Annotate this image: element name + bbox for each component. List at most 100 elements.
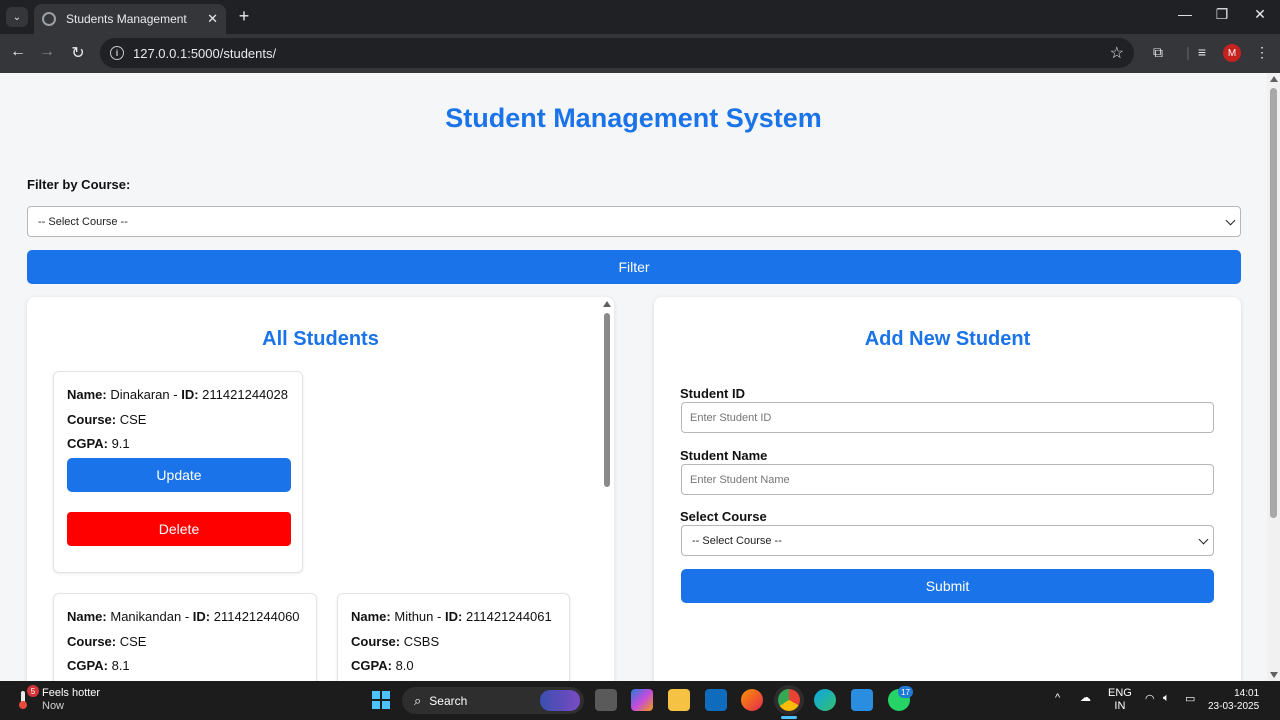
wifi-icon[interactable]: ◠: [1145, 692, 1155, 705]
lang-top: ENG: [1108, 687, 1132, 699]
language-indicator[interactable]: ENG IN: [1108, 687, 1132, 713]
new-tab-plus-icon[interactable]: +: [234, 6, 254, 27]
filter-label: Filter by Course:: [27, 177, 131, 192]
windows-start-icon[interactable]: [371, 690, 391, 710]
delete-button[interactable]: Delete: [67, 512, 291, 546]
task-view-icon[interactable]: [595, 689, 617, 711]
id-label: ID:: [444, 609, 463, 624]
clock-date: 23-03-2025: [1208, 701, 1260, 712]
add-student-title: Add New Student: [864, 328, 1031, 350]
add-course-select-value: -- Select Course --: [692, 534, 782, 547]
browser-menu-icon[interactable]: ⋮: [1252, 44, 1272, 61]
site-info-icon[interactable]: i: [110, 46, 124, 60]
student-course: CSE: [119, 634, 147, 649]
scrollbar-thumb[interactable]: [604, 313, 610, 487]
browser-toolbar: ← → ↻ i 127.0.0.1:5000/students/ ☆ ⧉ | ≡…: [0, 34, 1280, 73]
minimize-icon[interactable]: —: [1175, 6, 1195, 22]
student-name-line: Name: Mithun - ID: 211421244061: [351, 609, 552, 624]
filter-course-select-value: -- Select Course --: [38, 215, 128, 228]
onedrive-cloud-icon[interactable]: ☁: [1080, 691, 1091, 704]
address-bar[interactable]: i 127.0.0.1:5000/students/ ☆: [100, 38, 1134, 68]
course-label: Course:: [67, 412, 117, 427]
update-button[interactable]: Update: [67, 458, 291, 492]
student-cgpa-line: CGPA: 9.1: [67, 436, 130, 451]
back-arrow-icon[interactable]: ←: [7, 43, 29, 61]
volume-muted-icon[interactable]: 🔈︎: [1163, 692, 1170, 705]
student-cgpa-line: CGPA: 8.0: [351, 658, 414, 673]
reload-icon[interactable]: ↻: [67, 43, 89, 63]
bookmark-star-icon[interactable]: ☆: [1110, 43, 1124, 63]
student-card: Name: Dinakaran - ID: 211421244028 Cours…: [53, 371, 303, 573]
student-name: Manikandan: [110, 609, 182, 624]
student-name-input[interactable]: Enter Student Name: [681, 464, 1214, 495]
forward-arrow-icon[interactable]: →: [36, 43, 58, 61]
chrome-icon[interactable]: [778, 689, 800, 711]
copilot-icon[interactable]: [631, 689, 653, 711]
student-name-label: Student Name: [680, 448, 768, 463]
taskbar-clock[interactable]: 14:01 23-03-2025: [1208, 687, 1259, 713]
student-course: CSE: [119, 412, 147, 427]
student-cgpa-line: CGPA: 8.1: [67, 658, 130, 673]
tab-search-chevron-icon[interactable]: ⌄: [6, 7, 28, 27]
submit-button[interactable]: Submit: [681, 569, 1214, 603]
student-name-line: Name: Dinakaran - ID: 211421244028: [67, 387, 288, 402]
taskbar-search[interactable]: ⌕ Search: [402, 687, 584, 714]
outlook-icon[interactable]: [705, 689, 727, 711]
tab-close-icon[interactable]: ✕: [207, 11, 218, 27]
student-name: Dinakaran: [110, 387, 170, 402]
vscode-icon[interactable]: [851, 689, 873, 711]
filter-course-select[interactable]: -- Select Course --: [27, 206, 1241, 237]
extensions-puzzle-icon[interactable]: ⧉: [1148, 44, 1168, 61]
id-label: ID:: [192, 609, 211, 624]
weather-widget[interactable]: Feels hotter Now: [42, 687, 100, 713]
add-course-select[interactable]: -- Select Course --: [681, 525, 1214, 556]
file-explorer-icon[interactable]: [668, 689, 690, 711]
student-id: 211421244028: [202, 387, 288, 402]
profile-avatar[interactable]: M: [1223, 44, 1241, 62]
active-app-indicator: [781, 716, 797, 719]
scroll-up-arrow-icon[interactable]: [1270, 76, 1278, 82]
chevron-down-icon: [1225, 215, 1236, 226]
window-close-icon[interactable]: ✕: [1250, 6, 1270, 23]
filter-button[interactable]: Filter: [27, 250, 1241, 284]
page-scrollbar[interactable]: [1267, 73, 1280, 681]
maximize-icon[interactable]: ❐: [1212, 6, 1232, 23]
weather-badge: 5: [27, 685, 39, 697]
show-hidden-icons-chevron-icon[interactable]: ^: [1055, 692, 1060, 704]
whatsapp-badge: 17: [898, 686, 913, 698]
id-label: ID:: [181, 387, 199, 402]
lang-bottom: IN: [1114, 700, 1126, 712]
cgpa-label: CGPA:: [351, 658, 392, 673]
browser-tab-strip: ⌄ Students Management ✕ + — ❐ ✕: [0, 0, 1280, 34]
course-label: Course:: [351, 634, 401, 649]
select-course-label: Select Course: [680, 509, 767, 524]
student-card: Name: Manikandan - ID: 211421244060 Cour…: [53, 593, 317, 681]
course-label: Course:: [67, 634, 117, 649]
tab-title: Students Management: [66, 12, 187, 26]
student-course-line: Course: CSE: [67, 634, 146, 649]
student-id: 211421244060: [213, 609, 300, 624]
cgpa-label: CGPA:: [67, 436, 108, 451]
student-id: 211421244061: [465, 609, 552, 624]
browser-tab[interactable]: Students Management ✕: [34, 4, 226, 34]
scroll-up-arrow-icon[interactable]: [603, 301, 611, 307]
media-control-icon[interactable]: ≡: [1192, 44, 1212, 60]
student-id-input[interactable]: Enter Student ID: [681, 402, 1214, 433]
student-card: Name: Mithun - ID: 211421244061 Course: …: [337, 593, 570, 681]
firefox-icon[interactable]: [741, 689, 763, 711]
student-course-line: Course: CSBS: [351, 634, 439, 649]
page-viewport: Student Management System Filter by Cour…: [0, 73, 1267, 681]
edge-icon[interactable]: [814, 689, 836, 711]
chevron-down-icon: [1198, 534, 1209, 545]
name-label: Name:: [67, 609, 107, 624]
taskbar-search-label: Search: [429, 693, 468, 708]
all-students-title: All Students: [262, 328, 379, 350]
battery-icon[interactable]: ▭: [1185, 692, 1195, 705]
all-students-panel: All Students Name: Dinakaran - ID: 21142…: [27, 297, 614, 681]
scrollbar-thumb[interactable]: [1270, 88, 1277, 518]
scroll-down-arrow-icon[interactable]: [1270, 672, 1278, 678]
student-cgpa: 8.0: [395, 658, 414, 673]
student-cgpa: 9.1: [111, 436, 130, 451]
address-url[interactable]: 127.0.0.1:5000/students/: [133, 46, 1110, 61]
students-panel-scrollbar[interactable]: [603, 301, 611, 681]
